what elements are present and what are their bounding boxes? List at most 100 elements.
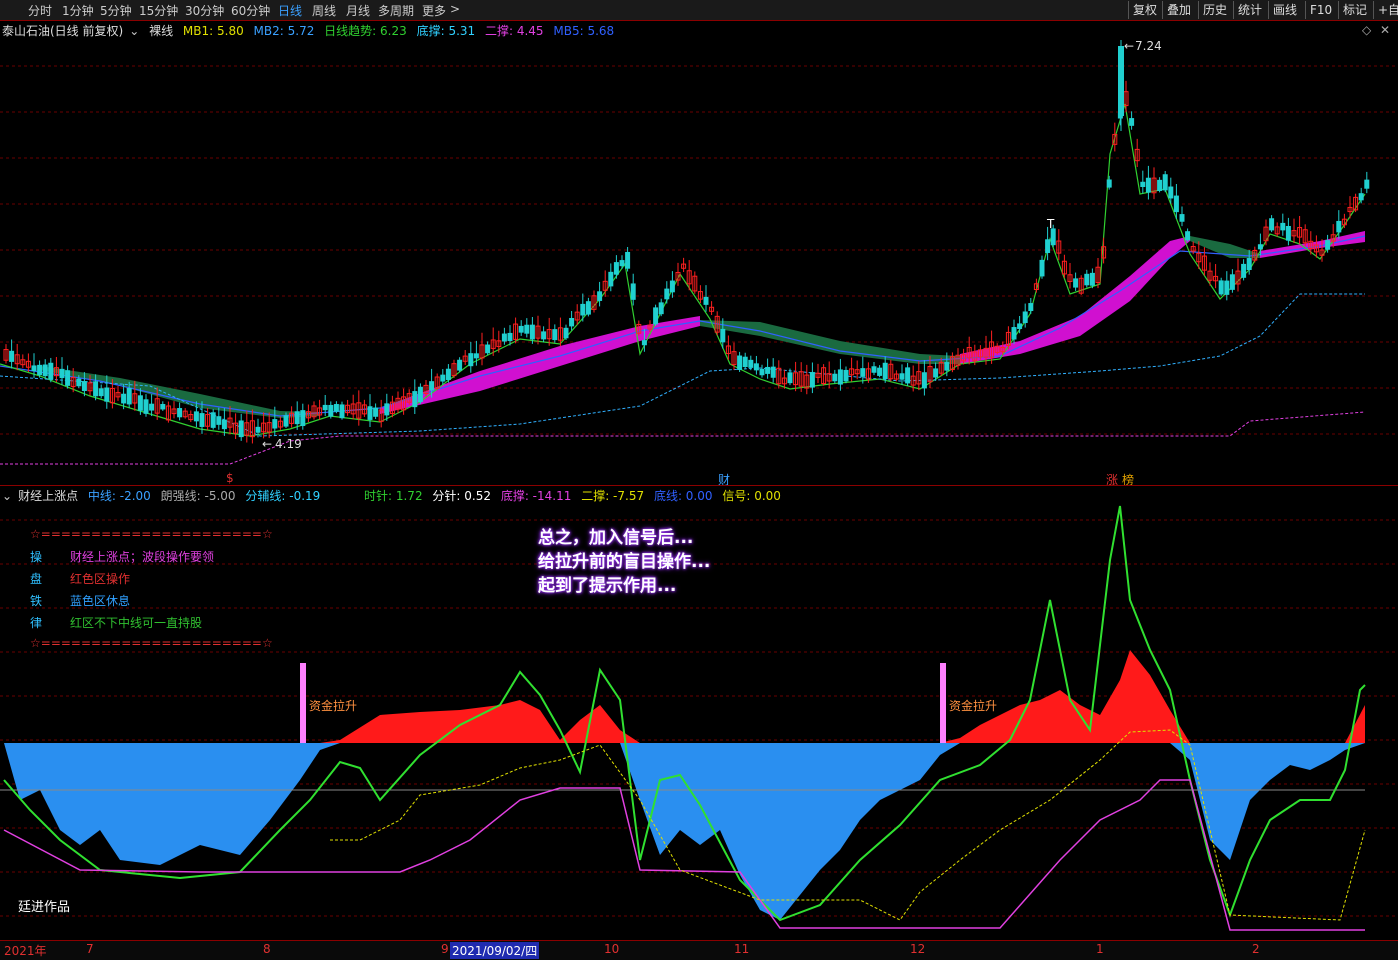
candle-body: [1224, 280, 1230, 295]
candle-body: [944, 362, 950, 371]
candle-body: [580, 303, 586, 316]
candle-body: [770, 366, 776, 378]
candle-body: [1336, 220, 1342, 233]
candle-body: [1325, 240, 1331, 250]
candle-body: [457, 359, 463, 371]
candle-body: [373, 407, 379, 417]
period-tick[interactable]: 分时: [28, 2, 52, 19]
candle-body: [473, 353, 479, 359]
candle-body: [367, 406, 373, 420]
candle-body: [552, 329, 558, 341]
date-month-7: 7: [86, 942, 94, 956]
selected-date[interactable]: 2021/09/02/四: [450, 942, 540, 959]
candle-body: [753, 363, 759, 371]
candle-body: [524, 324, 530, 334]
period-more[interactable]: 更多: [422, 2, 446, 19]
date-month-10: 10: [604, 942, 620, 956]
candle-body: [541, 331, 547, 340]
candle-body: [1140, 181, 1146, 188]
author-label: 廷进作品: [18, 900, 71, 915]
period-15min[interactable]: 15分钟: [139, 2, 178, 19]
candle-body: [630, 283, 636, 300]
candle-body: [48, 362, 54, 380]
candle-body: [1241, 263, 1247, 278]
candle-body: [59, 368, 65, 379]
candle-body: [501, 333, 507, 342]
signal-bar-1: [300, 663, 306, 743]
candle-body: [216, 416, 222, 425]
candle-body: [703, 296, 709, 305]
candle-body: [613, 262, 619, 275]
candle-body: [585, 301, 591, 315]
candle-body: [300, 410, 306, 427]
date-month-11: 11: [734, 942, 750, 956]
more-chevron-icon[interactable]: >: [450, 2, 460, 16]
candle-body: [1218, 280, 1224, 295]
candle-body: [1157, 179, 1163, 191]
period-1min[interactable]: 1分钟: [62, 2, 94, 19]
candle-body: [143, 399, 149, 414]
legend-border-top: ☆======================☆: [30, 527, 273, 541]
candle-body: [9, 350, 15, 362]
draw-line-button[interactable]: 画线: [1268, 1, 1301, 19]
candle-body: [417, 386, 423, 403]
close-icon[interactable]: ✕: [1380, 23, 1390, 37]
history-button[interactable]: 历史: [1198, 1, 1231, 19]
diamond-icon[interactable]: ◇: [1362, 23, 1371, 37]
mark-button[interactable]: 标记: [1338, 1, 1371, 19]
candle-body: [1106, 179, 1112, 188]
overlay-button[interactable]: 叠加: [1162, 1, 1195, 19]
restore-right-button[interactable]: 复权: [1128, 1, 1161, 19]
period-multi[interactable]: 多周期: [378, 2, 414, 19]
legend-border-bottom: ☆======================☆: [30, 636, 273, 650]
candle-body: [126, 387, 132, 405]
period-30min[interactable]: 30分钟: [185, 2, 224, 19]
candle-body: [737, 355, 743, 370]
candle-body: [1185, 231, 1191, 241]
candle-body: [81, 381, 87, 392]
candle-body: [76, 378, 82, 387]
f10-button[interactable]: F10: [1305, 1, 1336, 19]
candle-body: [619, 260, 625, 267]
candle-body: [809, 372, 815, 388]
negative-area: [4, 743, 1365, 920]
period-monthly[interactable]: 月线: [346, 2, 370, 19]
marker-t: T: [1046, 217, 1055, 231]
statistics-button[interactable]: 统计: [1233, 1, 1266, 19]
candle-body: [1084, 273, 1090, 286]
candle-body: [843, 369, 849, 382]
candle-body: [1011, 327, 1017, 340]
date-month-12: 12: [910, 942, 926, 956]
event-tag-dividend[interactable]: $: [226, 471, 234, 485]
candle-body: [658, 302, 664, 315]
date-month-9: 9: [441, 942, 449, 956]
candle-body: [877, 367, 883, 376]
candle-body: [1162, 174, 1168, 191]
candle-body: [412, 391, 418, 408]
period-weekly[interactable]: 周线: [312, 2, 336, 19]
candle-body: [429, 381, 435, 391]
candle-body: [1364, 179, 1370, 189]
candle-body: [31, 365, 37, 372]
period-5min[interactable]: 5分钟: [100, 2, 132, 19]
period-daily[interactable]: 日线: [278, 2, 302, 19]
candle-body: [104, 387, 110, 402]
add-watchlist-button[interactable]: +自选: [1373, 1, 1398, 19]
candle-body: [1089, 272, 1095, 286]
high-arrow-icon: ←: [1124, 39, 1134, 53]
candle-body: [529, 324, 535, 340]
candle-body: [742, 356, 748, 368]
panel-divider: [0, 485, 1398, 486]
candle-body: [664, 288, 670, 300]
candle-body: [93, 381, 99, 397]
candle-body: [149, 403, 155, 411]
candle-body: [1022, 311, 1028, 324]
candle-body: [65, 370, 71, 386]
candle-body: [1179, 214, 1185, 222]
period-60min[interactable]: 60分钟: [231, 2, 270, 19]
candle-body: [1129, 118, 1135, 126]
candle-body: [294, 411, 300, 425]
candle-body: [905, 367, 911, 384]
candlestick-chart[interactable]: 7.24 ← 4.19 ← T: [0, 36, 1398, 484]
candle-body: [283, 415, 289, 427]
